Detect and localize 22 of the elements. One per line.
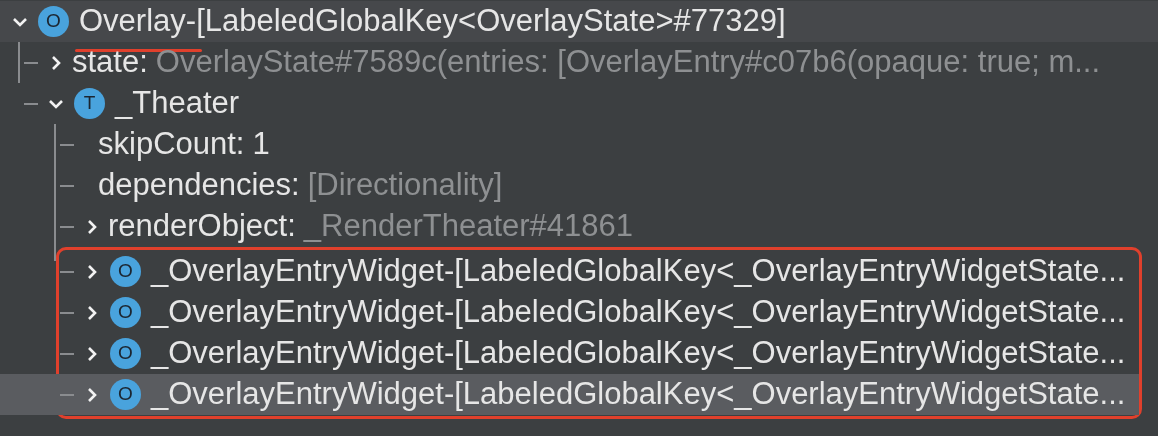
widget-name: _OverlayEntryWidget-[LabeledGlobalKey<_OverlayEntryWidgetState... — [151, 375, 1126, 414]
node-type-badge: T — [74, 88, 105, 119]
property-value: 1 — [252, 125, 270, 164]
widget-name: _OverlayEntryWidget-[LabeledGlobalKey<_OverlayEntryWidgetState... — [151, 252, 1126, 291]
node-type-badge: O — [38, 6, 69, 37]
widget-name: _OverlayEntryWidget-[LabeledGlobalKey<_OverlayEntryWidgetState... — [151, 293, 1126, 332]
property-value: _RenderTheater#41861 — [303, 207, 634, 246]
widget-name: Overlay- — [79, 0, 197, 45]
widget-name: _OverlayEntryWidget-[LabeledGlobalKey<_OverlayEntryWidgetState... — [151, 334, 1126, 373]
property-name: dependencies: — [98, 166, 300, 205]
property-name: renderObject: — [108, 207, 296, 246]
node-type-badge: O — [110, 338, 141, 369]
property-name: state: — [72, 43, 148, 82]
widget-key: [LabeledGlobalKey<OverlayState>#77329] — [196, 0, 786, 45]
node-type-badge: O — [110, 379, 141, 410]
selected-row[interactable]: O _OverlayEntryWidget-[LabeledGlobalKey<_OverlayEntryWidgetState... — [0, 374, 1139, 415]
widget-name: _Theater — [115, 84, 240, 123]
property-value: [Directionality] — [307, 166, 503, 205]
property-value: OverlayState#7589c(entries: [OverlayEntry#c07b6(opaque: true; m... — [155, 43, 1101, 82]
node-type-badge: O — [110, 297, 141, 328]
node-type-badge: O — [110, 256, 141, 287]
property-name: skipCount: — [98, 125, 245, 164]
